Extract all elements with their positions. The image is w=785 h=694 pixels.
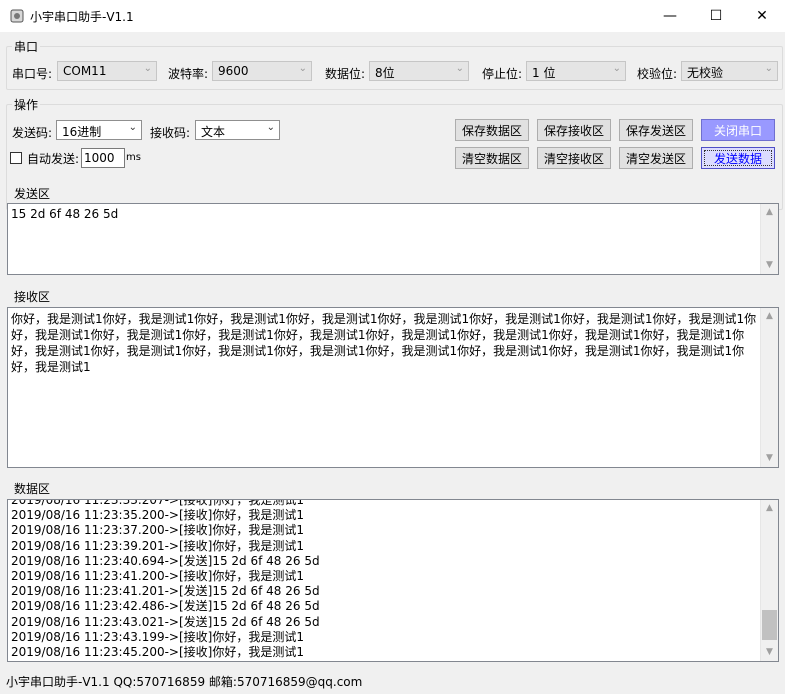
serial-group-label: 串口 [12, 38, 41, 55]
app-icon [10, 9, 24, 23]
log-line: 2019/08/16 11:23:41.201->[发送]15 2d 6f 48… [11, 584, 320, 599]
log-line: 2019/08/16 11:23:40.694->[发送]15 2d 6f 48… [11, 553, 320, 568]
interval-unit: ms [126, 152, 141, 163]
save-data-button[interactable]: 保存数据区 [455, 119, 529, 141]
log-line: 2019/08/16 11:23:39.201->[接收]你好，我是测试1 [11, 538, 304, 553]
window-title: 小宇串口助手-V1.1 [30, 10, 134, 24]
stopbits-label: 停止位: [482, 67, 523, 81]
log-line: 2019/08/16 11:23:41.200->[接收]你好，我是测试1 [11, 569, 304, 584]
log-line: 2019/08/16 11:23:35.200->[接收]你好，我是测试1 [11, 508, 304, 523]
recv-text: 你好，我是测试1你好，我是测试1你好，我是测试1你好，我是测试1你好，我是测试1… [11, 312, 757, 374]
clear-data-button[interactable]: 清空数据区 [455, 147, 529, 169]
log-line: 2019/08/16 11:23:42.486->[发送]15 2d 6f 48… [11, 599, 320, 614]
recv-code-value: 文本 [201, 125, 226, 139]
clear-recv-button[interactable]: 清空接收区 [537, 147, 611, 169]
recv-code-label: 接收码: [150, 126, 191, 140]
maximize-icon: ☐ [709, 8, 723, 24]
recv-group-label: 接收区 [12, 288, 53, 305]
save-send-button[interactable]: 保存发送区 [619, 119, 693, 141]
port-label: 串口号: [12, 67, 53, 81]
client-area: 串口 串口号: COM11 ⌄ 波特率: 9600 ⌄ 数据位: 8位 ⌄ 停止… [0, 32, 785, 694]
data-textarea[interactable]: 2019/08/16 11:23:33.207->[接收]你好，我是测试1 20… [7, 499, 779, 662]
log-line: 2019/08/16 11:23:37.200->[接收]你好，我是测试1 [11, 523, 304, 538]
baud-value: 9600 [218, 64, 249, 78]
scroll-up-icon[interactable]: ▲ [761, 500, 778, 517]
send-code-label: 发送码: [12, 126, 53, 140]
baud-label: 波特率: [168, 67, 209, 81]
minimize-button[interactable]: — [647, 0, 693, 32]
parity-label: 校验位: [637, 67, 678, 81]
parity-value: 无校验 [687, 66, 724, 80]
scroll-down-icon[interactable]: ▼ [761, 644, 778, 661]
stopbits-select[interactable]: 1 位 ⌄ [526, 61, 626, 81]
parity-select[interactable]: 无校验 ⌄ [681, 61, 778, 81]
chevron-down-icon: ⌄ [266, 122, 275, 133]
send-code-value: 16进制 [62, 125, 102, 139]
scroll-thumb[interactable] [762, 610, 777, 640]
databits-select[interactable]: 8位 ⌄ [369, 61, 469, 81]
auto-send-checkbox[interactable] [10, 152, 22, 164]
send-scrollbar[interactable]: ▲ ▼ [760, 204, 778, 274]
scroll-down-icon[interactable]: ▼ [761, 257, 778, 274]
send-text: 15 2d 6f 48 26 5d [11, 207, 119, 221]
log-line: 2019/08/16 11:23:43.199->[接收]你好，我是测试1 [11, 629, 304, 644]
minimize-icon: — [663, 8, 677, 24]
auto-send-label: 自动发送: [27, 152, 80, 166]
clear-send-button[interactable]: 清空发送区 [619, 147, 693, 169]
interval-input[interactable]: 1000 [81, 148, 125, 168]
send-group-label: 发送区 [12, 185, 53, 202]
scroll-up-icon[interactable]: ▲ [761, 204, 778, 221]
recv-scrollbar[interactable]: ▲ ▼ [760, 308, 778, 467]
data-log: 2019/08/16 11:23:33.207->[接收]你好，我是测试1 20… [11, 499, 758, 660]
port-value: COM11 [63, 64, 107, 78]
status-bar: 小宇串口助手-V1.1 QQ:570716859 邮箱:570716859@qq… [6, 675, 363, 689]
scroll-up-icon[interactable]: ▲ [761, 308, 778, 325]
stopbits-value: 1 位 [532, 66, 556, 80]
databits-value: 8位 [375, 66, 395, 80]
send-code-select[interactable]: 16进制 ⌄ [56, 120, 142, 140]
send-textarea[interactable]: 15 2d 6f 48 26 5d ▲ ▼ [7, 203, 779, 275]
maximize-button[interactable]: ☐ [693, 0, 739, 32]
chevron-down-icon: ⌄ [143, 63, 152, 74]
recv-textarea[interactable]: 你好，我是测试1你好，我是测试1你好，我是测试1你好，我是测试1你好，我是测试1… [7, 307, 779, 468]
chevron-down-icon: ⌄ [455, 63, 464, 74]
close-button[interactable]: ✕ [739, 0, 785, 32]
recv-code-select[interactable]: 文本 ⌄ [195, 120, 280, 140]
title-bar: 小宇串口助手-V1.1 — ☐ ✕ [0, 0, 785, 32]
scroll-down-icon[interactable]: ▼ [761, 450, 778, 467]
baud-select[interactable]: 9600 ⌄ [212, 61, 312, 81]
log-line: 2019/08/16 11:23:43.021->[发送]15 2d 6f 48… [11, 614, 320, 629]
log-line: 2019/08/16 11:23:33.207->[接收]你好，我是测试1 [11, 499, 304, 507]
data-group-label: 数据区 [12, 480, 53, 497]
data-scrollbar[interactable]: ▲ ▼ [760, 500, 778, 661]
close-port-button[interactable]: 关闭串口 [701, 119, 775, 141]
send-data-button[interactable]: 发送数据 [701, 147, 775, 169]
port-select[interactable]: COM11 ⌄ [57, 61, 157, 81]
chevron-down-icon: ⌄ [764, 63, 773, 74]
ops-group-label: 操作 [12, 96, 41, 113]
chevron-down-icon: ⌄ [128, 122, 137, 133]
log-line: 2019/08/16 11:23:45.200->[接收]你好，我是测试1 [11, 645, 304, 660]
databits-label: 数据位: [325, 67, 366, 81]
close-icon: ✕ [756, 8, 768, 24]
chevron-down-icon: ⌄ [612, 63, 621, 74]
save-recv-button[interactable]: 保存接收区 [537, 119, 611, 141]
chevron-down-icon: ⌄ [298, 63, 307, 74]
